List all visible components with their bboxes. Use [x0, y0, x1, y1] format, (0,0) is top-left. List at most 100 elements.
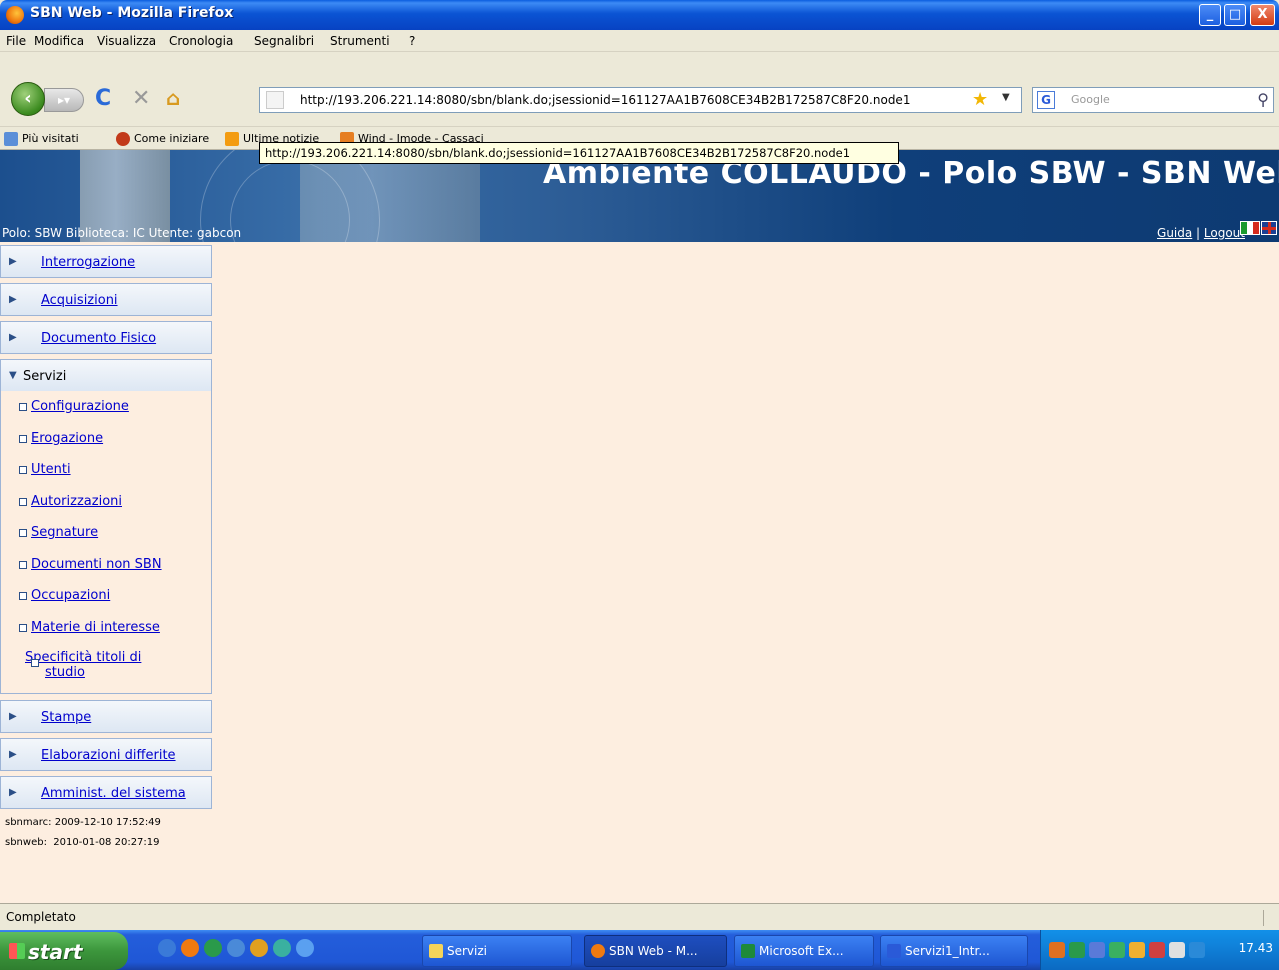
bullet-icon: [19, 592, 27, 600]
tray-icon[interactable]: [1189, 942, 1205, 958]
search-placeholder: Google: [1071, 93, 1110, 106]
submenu-specificita-titoli[interactable]: Specificità titoli di studio: [25, 650, 175, 680]
task-sbn-web[interactable]: SBN Web - M...: [584, 935, 727, 967]
menu-acquisizioni[interactable]: ▶ Acquisizioni: [0, 283, 212, 316]
uk-flag-icon[interactable]: [1261, 221, 1277, 235]
menu-modifica[interactable]: Modifica: [34, 34, 84, 48]
close-button[interactable]: X: [1250, 4, 1275, 26]
menu-stampe[interactable]: ▶ Stampe: [0, 700, 212, 733]
bullet-icon: [19, 498, 27, 506]
submenu-label[interactable]: Documenti non SBN: [31, 557, 162, 572]
search-icon[interactable]: ⚲: [1257, 90, 1269, 109]
minimize-button[interactable]: _: [1199, 4, 1221, 26]
quicklaunch-firefox-icon[interactable]: [181, 939, 199, 957]
submenu-erogazione[interactable]: Erogazione: [19, 431, 103, 446]
tray-icon[interactable]: [1129, 942, 1145, 958]
task-servizi1-intr[interactable]: Servizi1_Intr...: [880, 935, 1028, 967]
menu-label[interactable]: Stampe: [41, 710, 91, 725]
home-icon[interactable]: ⌂: [166, 86, 180, 110]
bookmark-star-icon[interactable]: ★: [972, 89, 988, 110]
submenu-label[interactable]: Utenti: [31, 462, 71, 477]
tray-icon[interactable]: [1149, 942, 1165, 958]
submenu-configurazione[interactable]: Configurazione: [19, 399, 129, 414]
submenu-label[interactable]: Materie di interesse: [31, 620, 160, 635]
reload-icon[interactable]: C: [95, 86, 111, 111]
quicklaunch-ie-icon[interactable]: [296, 939, 314, 957]
task-servizi[interactable]: Servizi: [422, 935, 572, 967]
guida-link[interactable]: Guida: [1157, 226, 1192, 240]
address-bar[interactable]: http://193.206.221.14:8080/sbn/blank.do;…: [259, 87, 1022, 113]
submenu-label[interactable]: Configurazione: [31, 399, 129, 414]
submenu-label[interactable]: Segnature: [31, 525, 98, 540]
maximize-button[interactable]: □: [1224, 4, 1246, 26]
menu-documento-fisico[interactable]: ▶ Documento Fisico: [0, 321, 212, 354]
stop-icon[interactable]: ✕: [132, 86, 150, 111]
submenu-utenti[interactable]: Utenti: [19, 462, 71, 477]
menu-strumenti[interactable]: Strumenti: [330, 34, 390, 48]
tray-icon[interactable]: [1169, 942, 1185, 958]
bullet-icon: [19, 466, 27, 474]
menu-interrogazione[interactable]: ▶ Interrogazione: [0, 245, 212, 278]
back-button[interactable]: ‹: [11, 82, 45, 116]
folder-icon: [429, 944, 443, 958]
header-links: Guida | Logout: [1157, 226, 1245, 240]
word-icon: [887, 944, 901, 958]
task-microsoft-excel[interactable]: Microsoft Ex...: [734, 935, 874, 967]
menu-visualizza[interactable]: Visualizza: [97, 34, 156, 48]
tray-icon[interactable]: [1069, 942, 1085, 958]
system-tray: 17.43: [1040, 930, 1279, 970]
submenu-label[interactable]: Autorizzazioni: [31, 494, 122, 509]
menu-cronologia[interactable]: Cronologia: [169, 34, 233, 48]
bullet-icon: [19, 561, 27, 569]
submenu-segnature[interactable]: Segnature: [19, 525, 98, 540]
window-title: SBN Web - Mozilla Firefox: [30, 5, 234, 21]
menu-label[interactable]: Documento Fisico: [41, 331, 156, 346]
chevron-down-icon[interactable]: ▼: [1002, 92, 1010, 103]
submenu-autorizzazioni[interactable]: Autorizzazioni: [19, 494, 122, 509]
quicklaunch-icon[interactable]: [227, 939, 245, 957]
expand-arrow-icon: ▶: [9, 749, 17, 760]
bookmark-piu-visitati[interactable]: Più visitati: [4, 132, 79, 146]
submenu-documenti-non-sbn[interactable]: Documenti non SBN: [19, 557, 162, 572]
task-label: Microsoft Ex...: [759, 944, 844, 958]
menu-label[interactable]: Elaborazioni differite: [41, 748, 176, 763]
submenu-label[interactable]: Occupazioni: [31, 588, 110, 603]
quicklaunch-icon[interactable]: [250, 939, 268, 957]
menu-help[interactable]: ?: [409, 34, 415, 48]
submenu-label[interactable]: Erogazione: [31, 431, 103, 446]
task-label: Servizi1_Intr...: [905, 944, 990, 958]
menu-label[interactable]: Acquisizioni: [41, 293, 118, 308]
menu-label[interactable]: Amminist. del sistema: [41, 786, 186, 801]
site-favicon: [266, 91, 284, 109]
resize-grip[interactable]: [1263, 910, 1277, 926]
quicklaunch-icon[interactable]: [158, 939, 176, 957]
menu-label[interactable]: Servizi: [23, 369, 66, 384]
search-input[interactable]: G Google ⚲: [1032, 87, 1274, 113]
tray-icon[interactable]: [1089, 942, 1105, 958]
menu-segnalibri[interactable]: Segnalibri: [254, 34, 314, 48]
bullet-icon: [19, 435, 27, 443]
submenu-label[interactable]: Specificità titoli di studio: [25, 650, 141, 680]
google-icon[interactable]: G: [1037, 91, 1055, 109]
rss-icon: [225, 132, 239, 146]
logout-link[interactable]: Logout: [1204, 226, 1245, 240]
menu-amministrazione-sistema[interactable]: ▶ Amminist. del sistema: [0, 776, 212, 809]
italian-flag-icon[interactable]: [1240, 221, 1260, 235]
window-titlebar[interactable]: SBN Web - Mozilla Firefox _ □ X: [0, 0, 1279, 30]
bookmark-come-iniziare[interactable]: Come iniziare: [116, 132, 209, 146]
submenu-occupazioni[interactable]: Occupazioni: [19, 588, 110, 603]
start-button[interactable]: start: [0, 932, 128, 970]
quicklaunch-icon[interactable]: [273, 939, 291, 957]
menu-elaborazioni-differite[interactable]: ▶ Elaborazioni differite: [0, 738, 212, 771]
quicklaunch-icon[interactable]: [204, 939, 222, 957]
menu-label[interactable]: Interrogazione: [41, 255, 135, 270]
menu-file[interactable]: File: [6, 34, 26, 48]
tray-icon[interactable]: [1049, 942, 1065, 958]
forward-button[interactable]: ▸▾: [44, 88, 84, 112]
start-label: start: [28, 940, 83, 964]
menu-servizi[interactable]: ▼ Servizi: [0, 359, 212, 392]
link-separator: |: [1192, 226, 1204, 240]
submenu-materie-di-interesse[interactable]: Materie di interesse: [19, 620, 160, 635]
collapse-arrow-icon: ▼: [9, 370, 17, 381]
tray-icon[interactable]: [1109, 942, 1125, 958]
